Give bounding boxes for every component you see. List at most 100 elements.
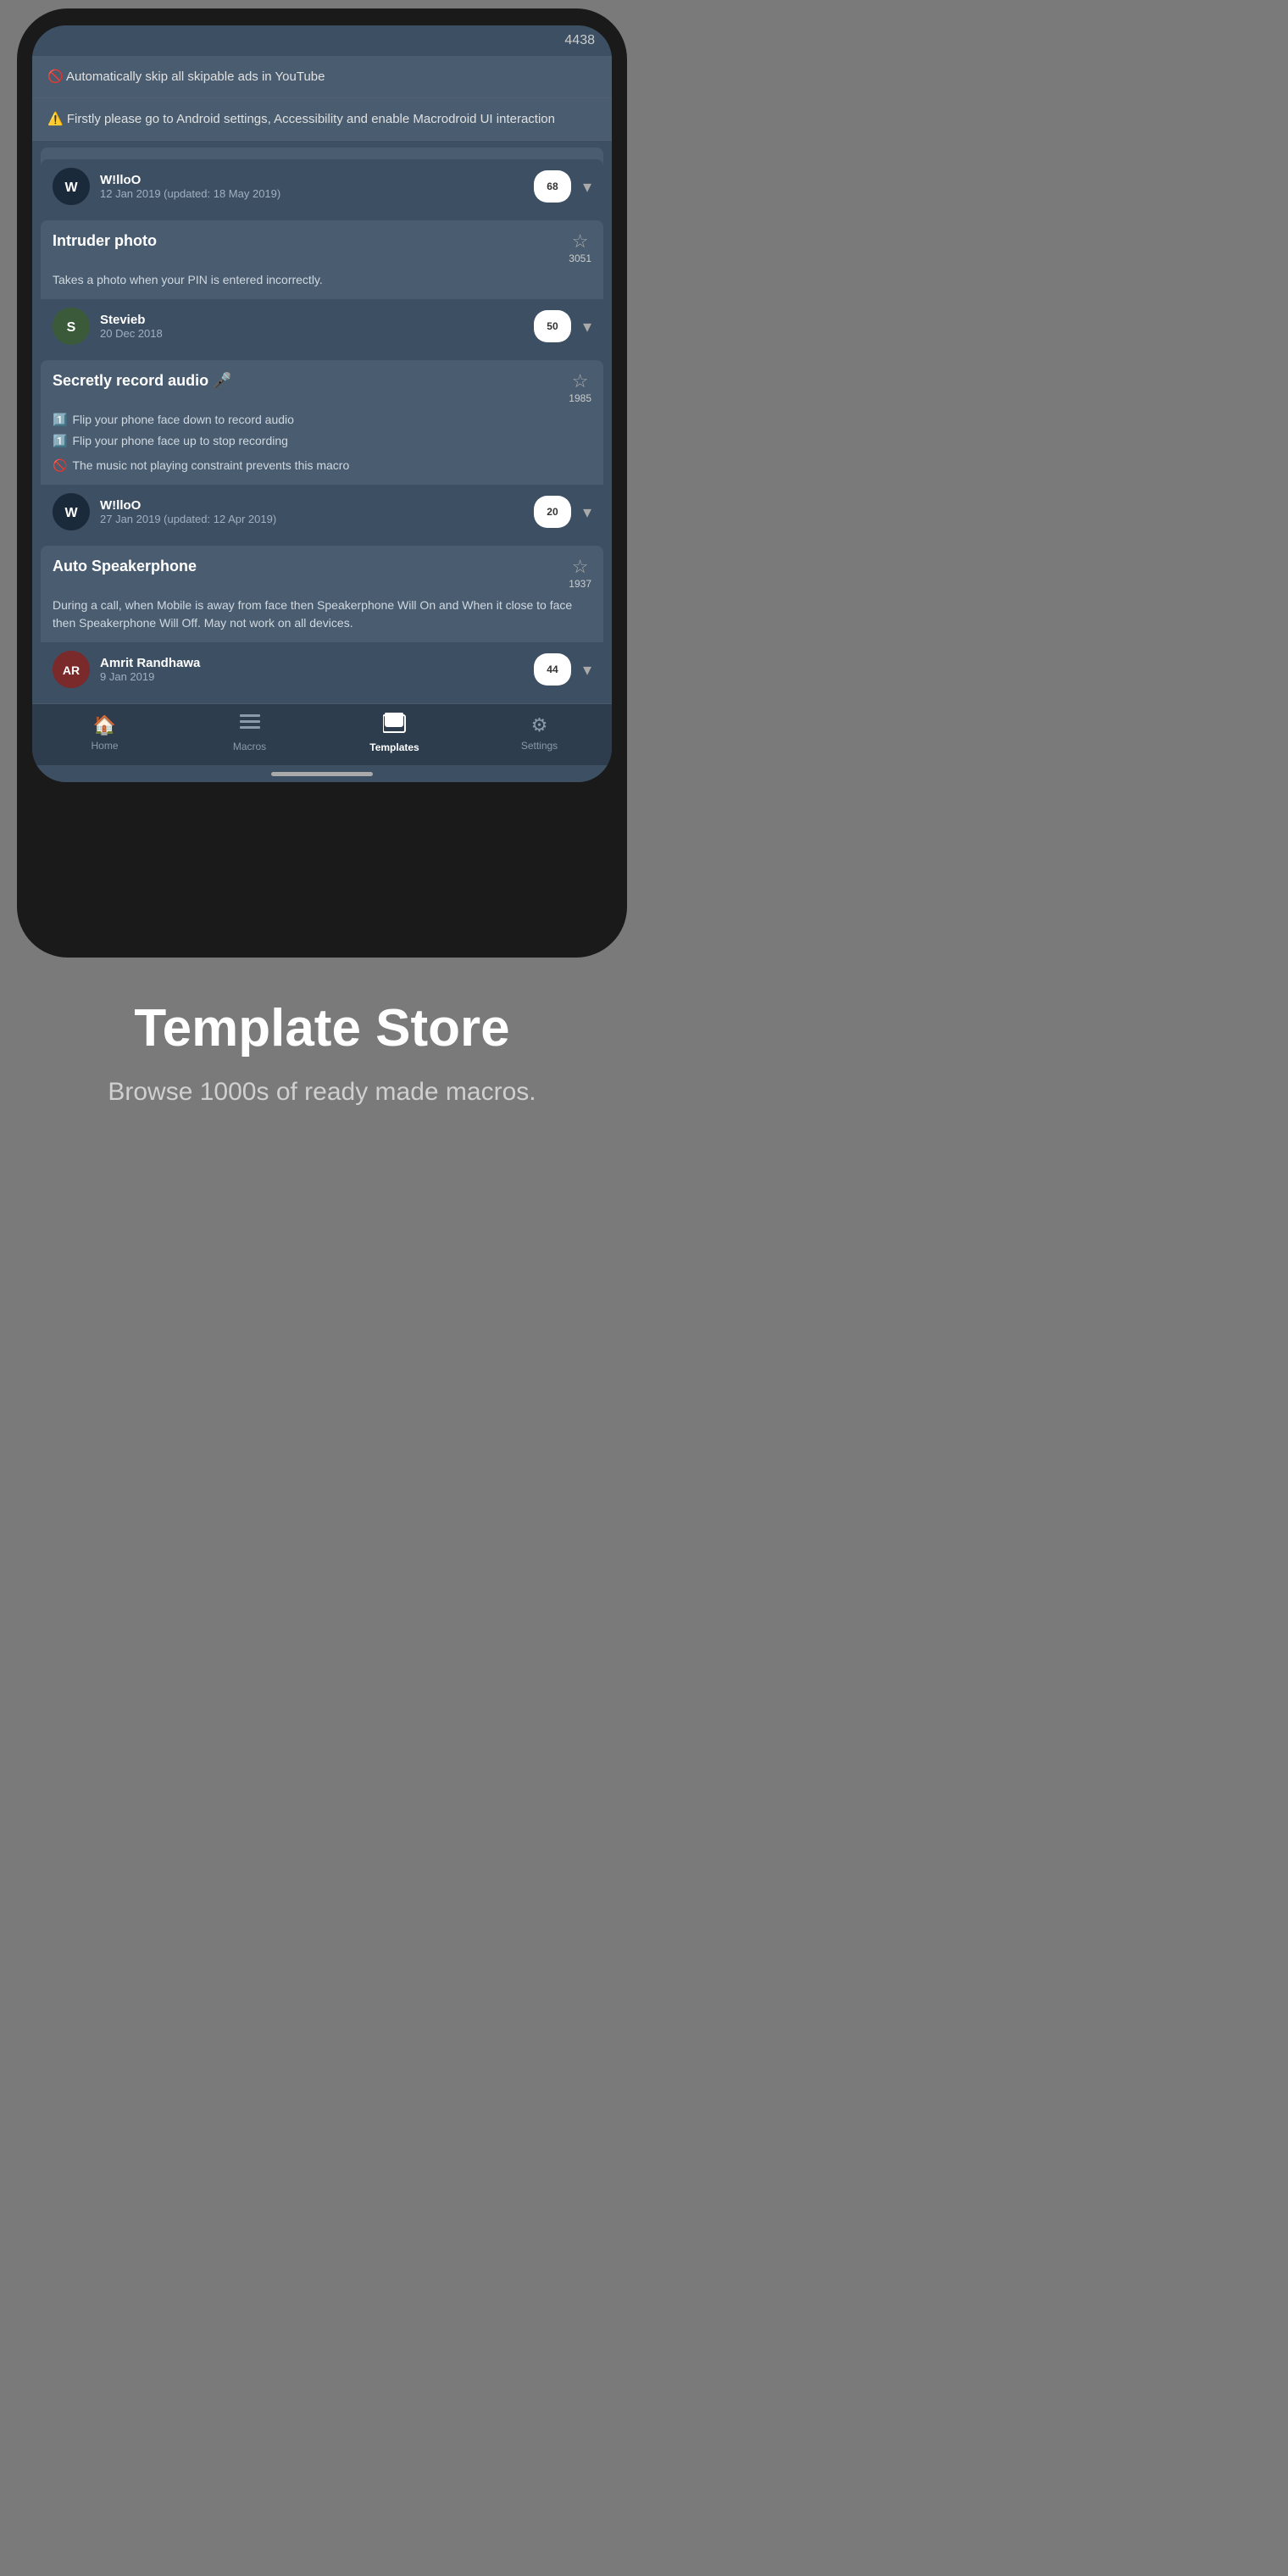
nav-item-home[interactable]: 🏠 Home	[32, 714, 177, 752]
home-icon: 🏠	[93, 714, 116, 736]
author-left-intruder: S Stevieb 20 Dec 2018	[53, 308, 163, 345]
author-date-willoo2: 27 Jan 2019 (updated: 12 Apr 2019)	[100, 513, 276, 525]
macro-card-speakerphone: Auto Speakerphone ☆ 1937 During a call, …	[41, 546, 603, 697]
author-name-amrit: Amrit Randhawa	[100, 656, 200, 670]
status-time: 4438	[564, 33, 595, 48]
desc-emoji-warning: 🚫	[53, 457, 67, 475]
nav-item-settings[interactable]: ⚙ Settings	[467, 714, 612, 752]
comment-bubble-amrit[interactable]: 44	[534, 653, 571, 686]
author-left-willoo: W W!lloO 12 Jan 2019 (updated: 18 May 20…	[53, 168, 280, 205]
desc-item-2: 1️⃣ Flip your phone face up to stop reco…	[53, 432, 591, 450]
author-left-speakerphone: AR Amrit Randhawa 9 Jan 2019	[53, 651, 200, 688]
star-count-intruder: 3051	[569, 253, 591, 264]
avatar-amrit: AR	[53, 651, 90, 688]
nav-item-macros[interactable]: Macros	[177, 713, 322, 752]
chevron-stevieb[interactable]: ▾	[583, 316, 591, 337]
macro-header-intruder: Intruder photo ☆ 3051	[53, 232, 591, 264]
author-row-intruder: S Stevieb 20 Dec 2018 50 ▾	[41, 299, 603, 353]
macro-desc-secretly: 1️⃣ Flip your phone face down to record …	[53, 411, 591, 475]
author-info-amrit: Amrit Randhawa 9 Jan 2019	[100, 656, 200, 683]
author-info-willoo2: W!lloO 27 Jan 2019 (updated: 12 Apr 2019…	[100, 498, 276, 525]
nav-label-macros: Macros	[233, 741, 266, 752]
bottom-navigation: 🏠 Home Macros	[32, 703, 612, 765]
nav-item-templates[interactable]: Templates	[322, 713, 467, 753]
macro-card-willoo: W W!lloO 12 Jan 2019 (updated: 18 May 20…	[41, 147, 603, 214]
desc-emoji-1: 1️⃣	[53, 411, 67, 429]
nav-label-templates: Templates	[369, 741, 419, 753]
chevron-willoo[interactable]: ▾	[583, 176, 591, 197]
desc-text-warning: The music not playing constraint prevent…	[72, 457, 349, 475]
author-actions-amrit: 44 ▾	[534, 653, 591, 686]
desc-warning: 🚫 The music not playing constraint preve…	[53, 457, 591, 475]
author-actions-willoo2: 20 ▾	[534, 496, 591, 528]
macro-header-speakerphone: Auto Speakerphone ☆ 1937	[53, 558, 591, 590]
avatar-willoo: W	[53, 168, 90, 205]
star-rating-speakerphone[interactable]: ☆ 1937	[569, 558, 591, 590]
content-area: 🚫 Automatically skip all skipable ads in…	[32, 56, 612, 697]
author-actions-stevieb: 50 ▾	[534, 310, 591, 342]
macro-header-secretly: Secretly record audio 🎤 ☆ 1985	[53, 372, 591, 404]
macro-title-speakerphone: Auto Speakerphone	[53, 558, 560, 575]
author-date-willoo: 12 Jan 2019 (updated: 18 May 2019)	[100, 187, 280, 200]
macro-desc-speakerphone: During a call, when Mobile is away from …	[53, 597, 591, 632]
banner-accessibility-text: ⚠️ Firstly please go to Android settings…	[47, 112, 555, 126]
comment-bubble-willoo2[interactable]: 20	[534, 496, 571, 528]
banner-skip-ads-text: 🚫 Automatically skip all skipable ads in…	[47, 69, 325, 84]
macro-title-intruder: Intruder photo	[53, 232, 560, 250]
comment-bubble-stevieb[interactable]: 50	[534, 310, 571, 342]
author-info-willoo: W!lloO 12 Jan 2019 (updated: 18 May 2019…	[100, 173, 280, 200]
chevron-willoo2[interactable]: ▾	[583, 502, 591, 523]
star-count-secretly: 1985	[569, 392, 591, 404]
author-info-stevieb: Stevieb 20 Dec 2018	[100, 313, 163, 340]
macro-title-secretly: Secretly record audio 🎤	[53, 372, 560, 390]
star-icon-secretly: ☆	[572, 372, 589, 391]
desc-text-2: Flip your phone face up to stop recordin…	[72, 432, 288, 450]
star-rating-secretly[interactable]: ☆ 1985	[569, 372, 591, 404]
author-name-willoo2: W!lloO	[100, 498, 276, 513]
svg-text:AR: AR	[63, 663, 80, 677]
templates-icon	[383, 713, 407, 738]
star-rating-intruder[interactable]: ☆ 3051	[569, 232, 591, 264]
comment-count-amrit: 44	[547, 663, 558, 675]
below-phone-section: Template Store Browse 1000s of ready mad…	[17, 958, 627, 1144]
nav-label-home: Home	[91, 740, 118, 752]
phone-shell: 4438 🚫 Automatically skip all skipable a…	[17, 8, 627, 958]
author-left-secretly: W W!lloO 27 Jan 2019 (updated: 12 Apr 20…	[53, 493, 276, 530]
macro-card-secretly: Secretly record audio 🎤 ☆ 1985 1️⃣ Flip …	[41, 360, 603, 539]
author-row-secretly: W W!lloO 27 Jan 2019 (updated: 12 Apr 20…	[41, 485, 603, 539]
author-row-speakerphone: AR Amrit Randhawa 9 Jan 2019 44	[41, 642, 603, 697]
status-bar: 4438	[32, 25, 612, 56]
svg-text:W: W	[64, 180, 78, 195]
macro-card-intruder: Intruder photo ☆ 3051 Takes a photo when…	[41, 220, 603, 353]
author-name-stevieb: Stevieb	[100, 313, 163, 327]
home-indicator	[32, 765, 612, 782]
comment-count-willoo: 68	[547, 180, 558, 192]
star-icon-intruder: ☆	[572, 232, 589, 251]
avatar-img: W	[53, 168, 90, 205]
comment-count-willoo2: 20	[547, 506, 558, 518]
svg-text:W: W	[64, 506, 78, 520]
author-name-willoo: W!lloO	[100, 173, 280, 187]
comment-bubble-willoo[interactable]: 68	[534, 170, 571, 203]
banner-skip-ads: 🚫 Automatically skip all skipable ads in…	[32, 56, 612, 98]
home-bar	[271, 772, 373, 776]
svg-text:S: S	[67, 320, 76, 335]
desc-text-1: Flip your phone face down to record audi…	[72, 411, 294, 429]
author-date-amrit: 9 Jan 2019	[100, 670, 200, 683]
settings-icon: ⚙	[531, 714, 548, 736]
avatar-willoo2: W	[53, 493, 90, 530]
star-count-speakerphone: 1937	[569, 578, 591, 590]
template-store-title: Template Store	[42, 1000, 602, 1058]
macro-desc-intruder: Takes a photo when your PIN is entered i…	[53, 271, 591, 289]
desc-emoji-2: 1️⃣	[53, 432, 67, 450]
macros-icon	[240, 713, 260, 737]
comment-count-stevieb: 50	[547, 320, 558, 332]
nav-label-settings: Settings	[521, 740, 558, 752]
author-date-stevieb: 20 Dec 2018	[100, 327, 163, 340]
banner-accessibility: ⚠️ Firstly please go to Android settings…	[32, 98, 612, 141]
phone-screen: 4438 🚫 Automatically skip all skipable a…	[32, 25, 612, 782]
author-actions-willoo: 68 ▾	[534, 170, 591, 203]
star-icon-speakerphone: ☆	[572, 558, 589, 576]
avatar-stevieb: S	[53, 308, 90, 345]
chevron-amrit[interactable]: ▾	[583, 659, 591, 680]
